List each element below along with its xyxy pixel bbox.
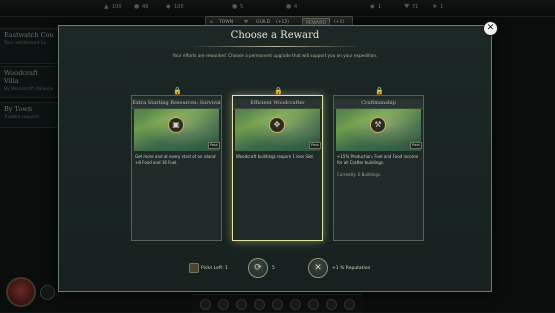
- card-art: ✥ Pass: [235, 109, 321, 151]
- card-description: Woodcraft buildings require 1 less Slot.: [236, 154, 315, 159]
- card-title: Craftmanship: [334, 99, 423, 109]
- reward-card-3[interactable]: 🔒 Craftmanship ⚒ Pass +15% Production, F…: [333, 87, 424, 241]
- card-tag: Pass: [208, 142, 220, 149]
- modal-description: Your efforts are rewarded. Choose a perm…: [172, 53, 378, 58]
- title-divider: [189, 46, 361, 47]
- lock-icon: 🔒: [173, 87, 182, 95]
- modal-title: Choose a Reward: [230, 30, 320, 41]
- card-art: ▣ Pass: [134, 109, 220, 151]
- picks-left-label: Picks Left: 1: [201, 266, 228, 271]
- card-title: Efficient Woodcrafter: [233, 99, 322, 109]
- reputation-reward: +1 % Reputation: [332, 266, 371, 271]
- card-art: ⚒ Pass: [336, 109, 422, 151]
- tool-icon: ⚒: [370, 117, 386, 133]
- skip-button[interactable]: ✕: [308, 258, 328, 278]
- picks-icon: [189, 263, 199, 273]
- close-button[interactable]: ✕: [483, 21, 498, 36]
- reroll-button[interactable]: ⟳: [248, 258, 268, 278]
- lock-icon: 🔒: [274, 87, 283, 95]
- reward-modal: Choose a Reward Your efforts are rewarde…: [58, 25, 492, 292]
- lock-icon: 🔒: [375, 87, 384, 95]
- card-title: Extra Starting Resources: Survival: [132, 99, 221, 109]
- card-description: +15% Production, Fuel and Food income fo…: [337, 154, 419, 165]
- crate-icon: ▣: [168, 117, 184, 133]
- card-description: Get more and at every start of an island…: [135, 154, 216, 165]
- woodcrafter-icon: ✥: [269, 117, 285, 133]
- card-tag: Pass: [410, 142, 422, 149]
- reward-card-2[interactable]: 🔒 Efficient Woodcrafter ✥ Pass Woodcraft…: [232, 87, 323, 241]
- reward-card-1[interactable]: 🔒 Extra Starting Resources: Survival ▣ P…: [131, 87, 222, 241]
- card-tag: Pass: [309, 142, 321, 149]
- card-note: Currently: 0 Buildings.: [337, 172, 382, 177]
- reroll-cost: 5: [272, 266, 275, 271]
